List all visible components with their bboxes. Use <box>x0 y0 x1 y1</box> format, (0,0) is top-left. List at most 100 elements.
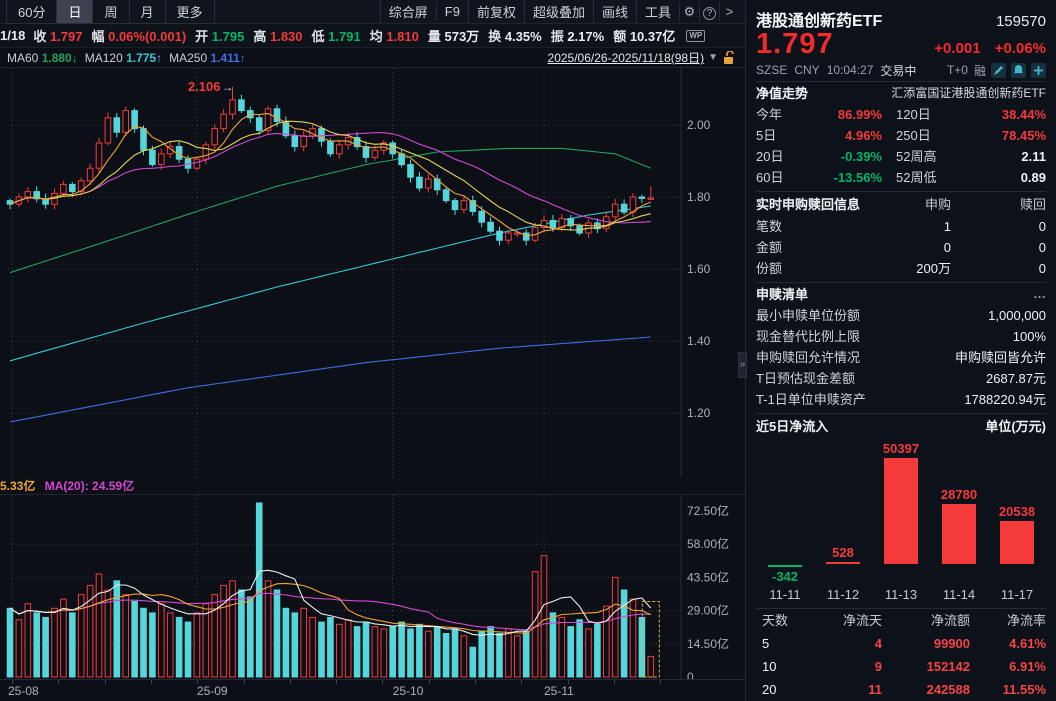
edit-icon[interactable] <box>991 63 1006 78</box>
help-icon[interactable]: ? <box>699 2 719 22</box>
more-button[interactable]: … <box>1033 286 1046 301</box>
perf-label: 52周低 <box>896 167 956 188</box>
x-axis-tick <box>568 680 569 684</box>
quote-label: 振 <box>551 29 564 44</box>
subscribe-col-header: 申购 <box>861 194 951 216</box>
x-axis-tick <box>12 680 13 684</box>
tool-综合屏[interactable]: 综合屏 <box>380 0 436 23</box>
quote-value: 4.35% <box>501 29 541 44</box>
chevron-down-icon[interactable]: ▼ <box>708 52 718 63</box>
quote-date: 1/18 <box>0 28 25 43</box>
unlock-icon[interactable] <box>722 51 735 65</box>
nav-trend-header[interactable]: 净值走势 <box>756 83 808 102</box>
inflow-column-11-13: 50397 <box>872 439 930 589</box>
date-range-selector[interactable]: 2025/06/26-2025/11/18(98日) ▼ <box>548 49 735 66</box>
table-cell-value: 99900 <box>882 632 970 655</box>
quote-均: 均 1.810 <box>370 26 419 45</box>
list-value: 100% <box>1013 326 1046 347</box>
peak-price-label: 2.106 <box>188 79 221 94</box>
x-axis-tick <box>197 680 198 684</box>
subscribe-list-rows: 最小申赎单位份额1,000,000现金替代比例上限100%申购赎回允许情况申购赎… <box>756 305 1046 410</box>
x-axis-tick <box>336 680 337 684</box>
table-cell-value: 152142 <box>882 655 970 678</box>
date-range-text[interactable]: 2025/06/26-2025/11/18(98日) <box>548 49 705 66</box>
quote-label: 幅 <box>91 29 104 44</box>
quote-value: 1.830 <box>266 29 302 44</box>
period-tab-周[interactable]: 周 <box>92 0 128 24</box>
x-axis-tick <box>244 680 245 684</box>
inflow-value-label: 528 <box>814 545 872 560</box>
quote-value: 573万 <box>441 29 479 44</box>
inflow-value-label: 28780 <box>930 487 988 502</box>
list-row: 最小申赎单位份额1,000,000 <box>756 305 1046 326</box>
quote-label: 低 <box>312 29 325 44</box>
wencai-icon[interactable]: WP <box>686 30 705 42</box>
period-toolbar: 60分日周月更多 综合屏F9前复权超级叠加画线工具⚙?> <box>0 0 745 24</box>
tool-画线[interactable]: 画线 <box>593 0 636 23</box>
performance-rows: 今年86.99%120日38.44%5日4.96%250日78.45%20日-0… <box>756 104 1046 188</box>
table-cell-value: 4.61% <box>970 632 1046 655</box>
quote-value: 0.06%(0.001) <box>105 29 187 44</box>
add-watchlist-icon[interactable] <box>1031 63 1046 78</box>
x-axis-label-25-10: 25-10 <box>393 684 424 698</box>
ma-legend: MA60 1.880↓MA120 1.775↑MA250 1.411↑ <box>0 51 246 65</box>
table-header-2: 净流额 <box>882 609 970 632</box>
list-row: 现金替代比例上限100% <box>756 326 1046 347</box>
quote-额: 额 10.37亿 <box>613 26 675 45</box>
time-axis: 25-0825-0925-1025-11 <box>0 679 745 701</box>
kline-svg[interactable]: 2.001.801.601.401.202.106→ <box>0 68 745 477</box>
x-axis-tick <box>290 680 291 684</box>
svg-text:43.50亿: 43.50亿 <box>687 569 729 584</box>
x-axis-tick <box>660 680 661 684</box>
alert-bell-icon[interactable] <box>1011 63 1026 78</box>
help-glyph: ? <box>703 7 716 20</box>
svg-text:1.80: 1.80 <box>687 190 711 204</box>
quote-value: 1.810 <box>383 29 419 44</box>
ma-name: MA60 <box>7 51 42 65</box>
x-axis-tick <box>151 680 152 684</box>
x-axis-label-25-08: 25-08 <box>8 684 39 698</box>
candlestick-chart[interactable]: 2.001.801.601.401.202.106→ <box>0 68 745 477</box>
period-tab-月[interactable]: 月 <box>129 0 165 24</box>
ma-legend-MA60: MA60 1.880↓ <box>7 51 78 65</box>
svg-text:→: → <box>222 80 234 94</box>
inflow-column-11-14: 28780 <box>930 439 988 589</box>
inflow-table-row: 1091521426.91% <box>756 655 1046 678</box>
etf-code: 159570 <box>996 13 1046 30</box>
inflow-value-label: 50397 <box>872 441 930 456</box>
volume-chart[interactable]: 72.50亿58.00亿43.50亿29.00亿14.50亿0 <box>0 495 745 679</box>
perf-label: 60日 <box>756 167 800 188</box>
quote-panel: 港股通创新药ETF 159570 1.797 +0.001 +0.06% SZS… <box>745 0 1056 701</box>
perf-value: -0.39% <box>800 146 882 167</box>
list-row: 申购赎回允许情况申购赎回皆允许 <box>756 347 1046 368</box>
tool-前复权[interactable]: 前复权 <box>468 0 524 23</box>
table-header-0: 天数 <box>756 609 814 632</box>
ma-legend-MA120: MA120 1.775↑ <box>85 51 162 65</box>
chart-tools: 综合屏F9前复权超级叠加画线工具⚙?> <box>380 0 739 23</box>
quote-label: 量 <box>428 29 441 44</box>
inflow-date-11-14: 11-14 <box>930 587 988 606</box>
tool-F9[interactable]: F9 <box>436 2 468 21</box>
perf-value: 78.45% <box>956 125 1046 146</box>
period-tab-更多[interactable]: 更多 <box>165 0 215 24</box>
panel-collapse-handle[interactable]: » <box>738 352 747 378</box>
tool-超级叠加[interactable]: 超级叠加 <box>524 0 593 23</box>
chevron-right-icon[interactable]: > <box>719 2 739 21</box>
quote-label: 换 <box>488 29 501 44</box>
svg-text:2.00: 2.00 <box>687 118 711 132</box>
gear-icon[interactable]: ⚙ <box>679 2 699 22</box>
tool-工具[interactable]: 工具 <box>636 0 679 23</box>
svg-text:72.50亿: 72.50亿 <box>687 503 729 518</box>
quote-value: 1.797 <box>46 29 82 44</box>
subscribe-list-header: 申赎清单 <box>756 284 808 303</box>
list-row: T-1日单位申赎资产1788220.94元 <box>756 389 1046 410</box>
quote-高: 高 1.830 <box>253 26 302 45</box>
period-tab-60分[interactable]: 60分 <box>6 0 56 24</box>
inflow-bar <box>1000 521 1034 564</box>
currency-label: CNY <box>794 63 819 77</box>
period-tab-日[interactable]: 日 <box>56 0 92 24</box>
svg-text:1.20: 1.20 <box>687 406 711 420</box>
inflow-column-11-17: 20538 <box>988 439 1046 589</box>
volume-ma-labels: 5.33亿 MA(20): 24.59亿 <box>0 477 745 495</box>
volume-svg[interactable]: 72.50亿58.00亿43.50亿29.00亿14.50亿0 <box>0 495 745 679</box>
